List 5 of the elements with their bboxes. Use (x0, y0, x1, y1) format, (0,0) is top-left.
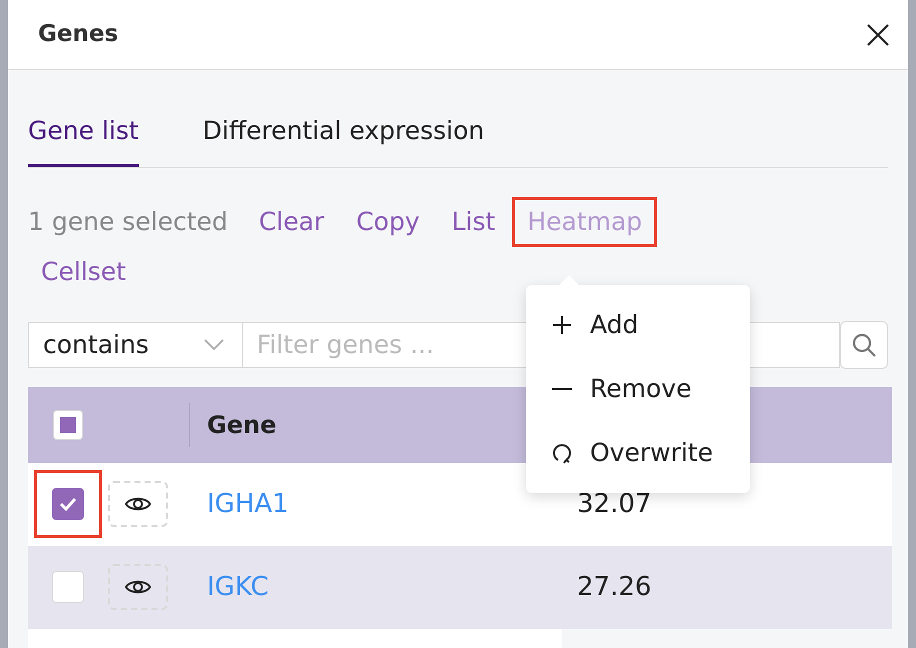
table-cell-text: 32.07 (577, 488, 652, 520)
selection-summary: 1 gene selected (28, 206, 228, 238)
column-header: Gene (207, 410, 276, 440)
window-title: Genes (38, 20, 118, 50)
table-cell-text: 27.26 (577, 570, 652, 604)
